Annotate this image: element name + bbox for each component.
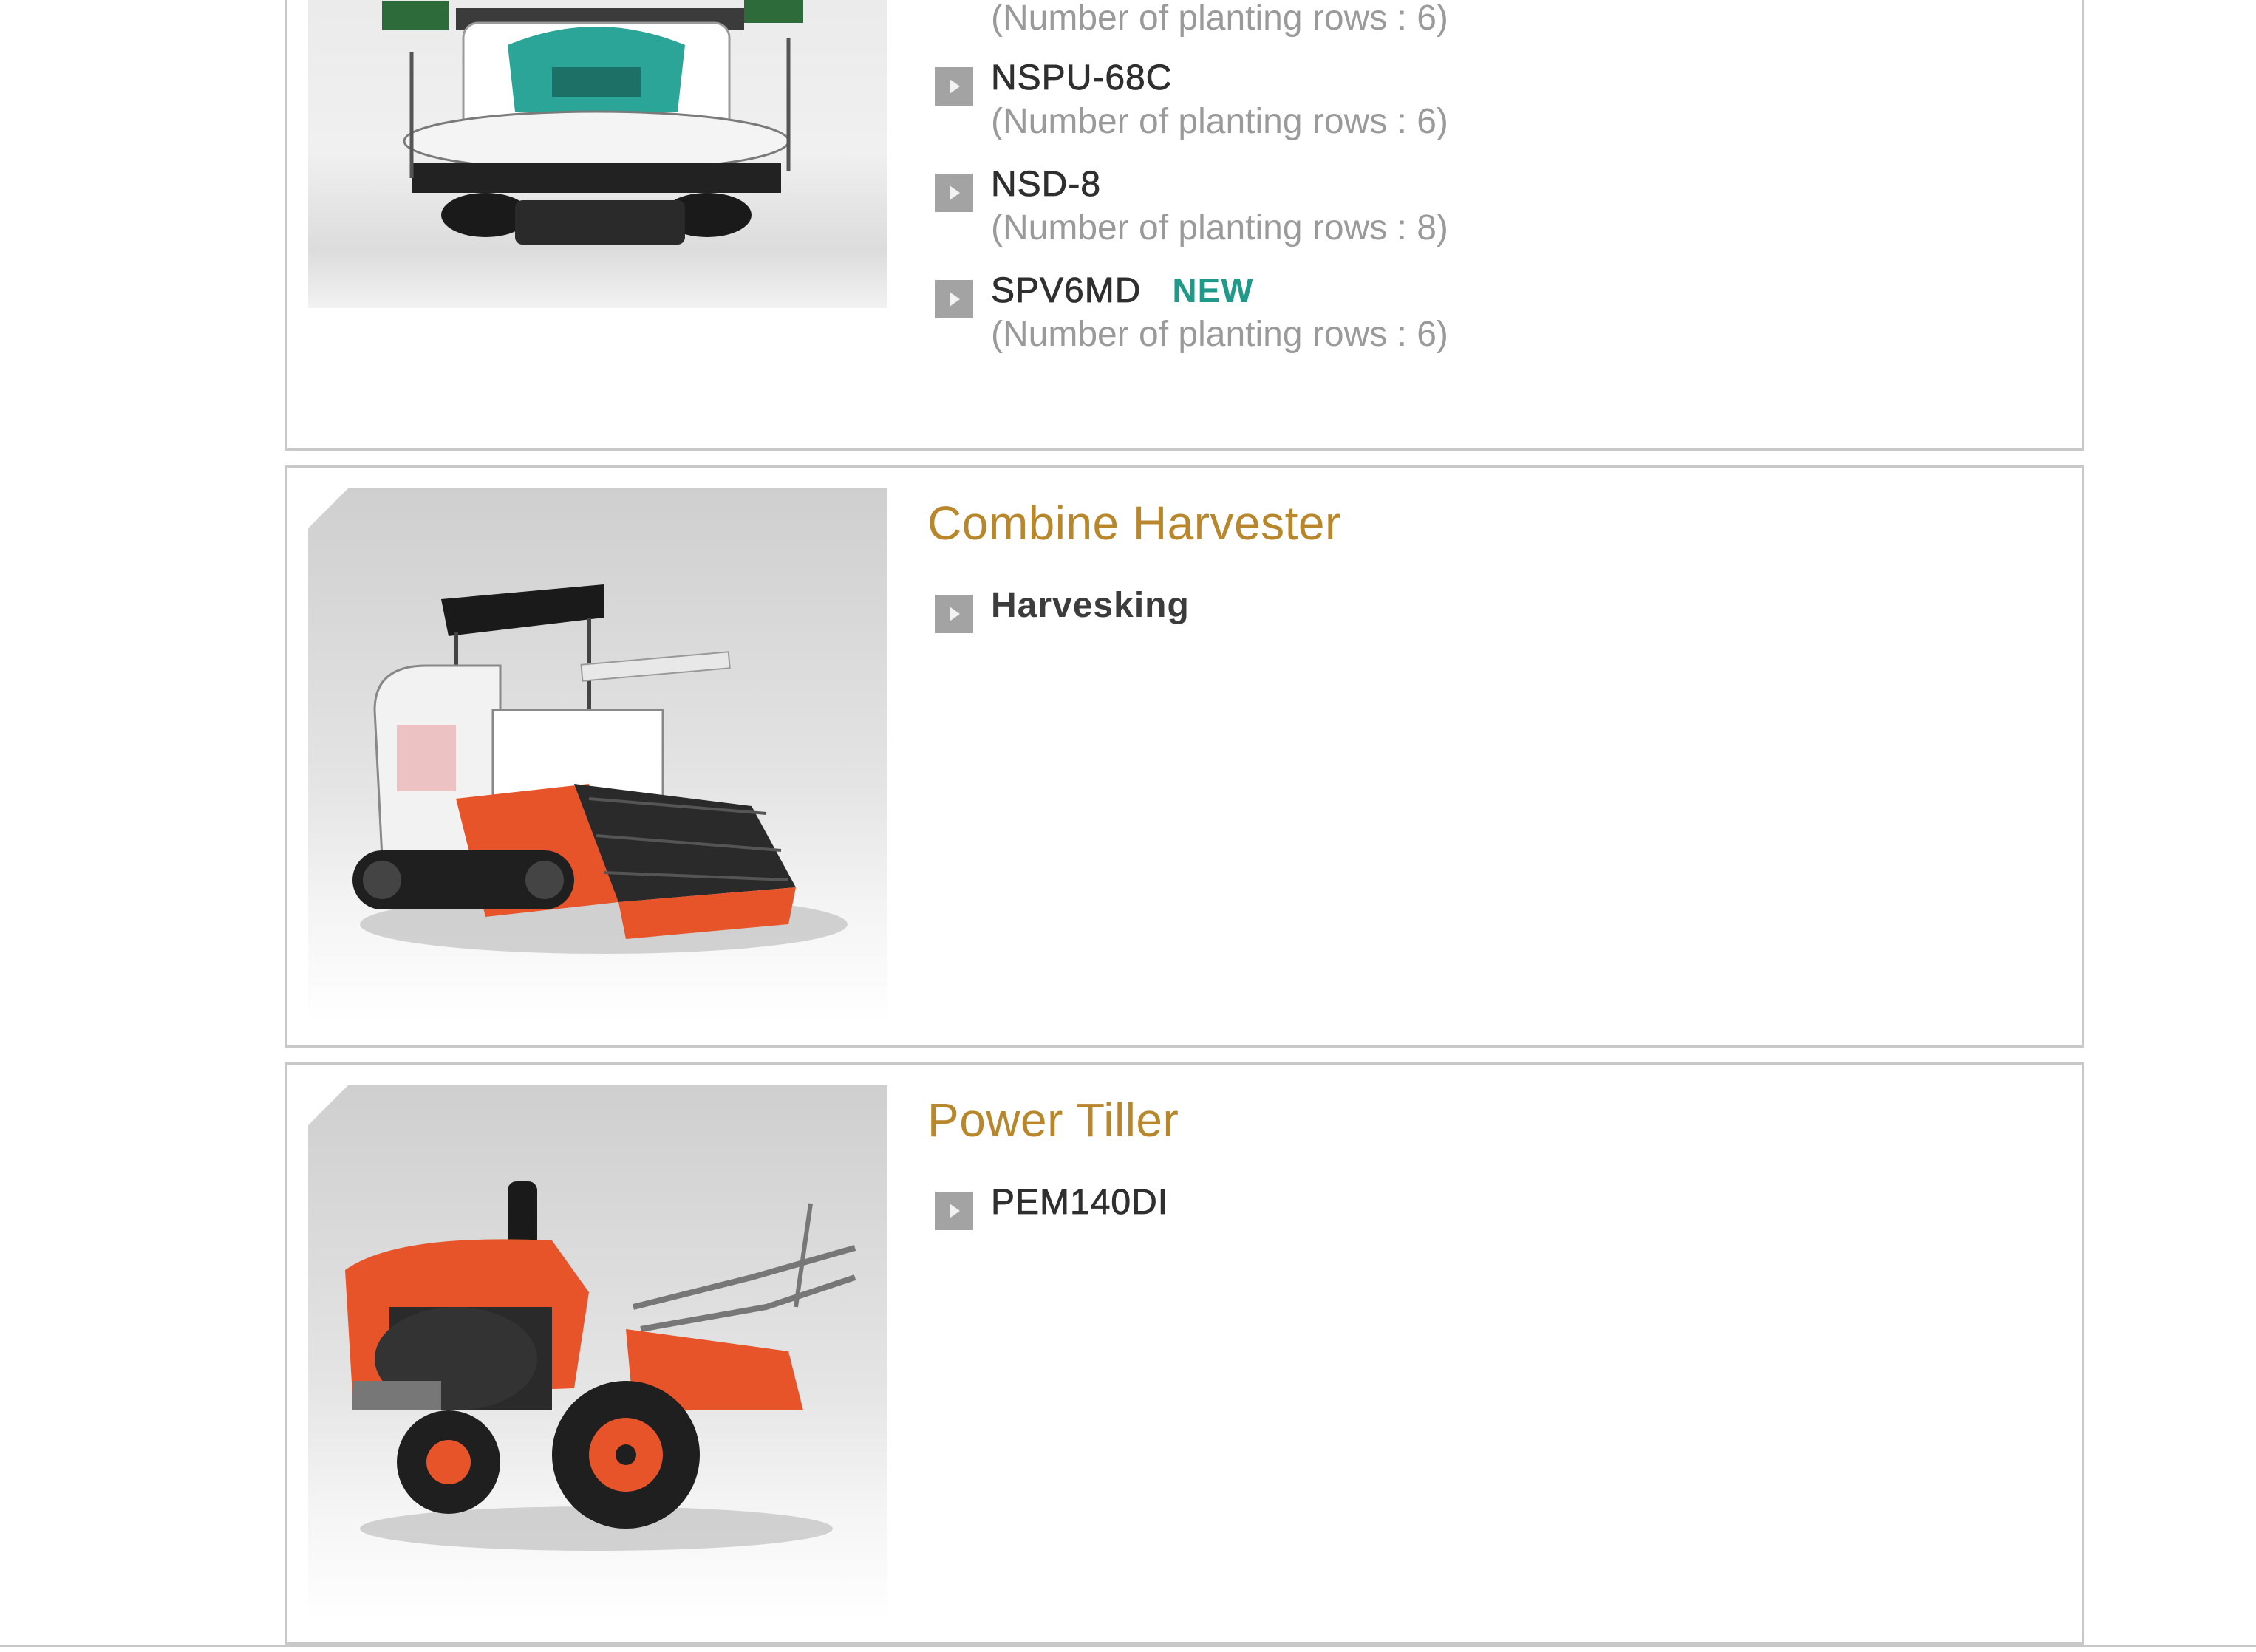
- power-tiller-image[interactable]: [308, 1085, 887, 1622]
- model-spec: (Number of planting rows : 8): [991, 208, 1448, 248]
- power-tiller-illustration: [345, 1181, 856, 1551]
- rice-transplanter-image[interactable]: [308, 0, 887, 308]
- rice-transplanter-illustration: [382, 0, 803, 245]
- combine-harvester-illustration: [352, 584, 848, 954]
- combine-harvester-model-list: Harvesking: [935, 584, 1190, 652]
- model-item[interactable]: Harvesking: [935, 584, 1190, 633]
- category-title: Power Tiller: [927, 1093, 1179, 1147]
- model-item[interactable]: (Number of planting rows : 6): [935, 0, 1448, 41]
- model-spec: (Number of planting rows : 6): [991, 0, 1448, 38]
- model-item[interactable]: NSD-8 (Number of planting rows : 8): [935, 163, 1448, 250]
- product-card-power-tiller: Power Tiller PEM140DI: [285, 1062, 2084, 1645]
- model-link[interactable]: NSD-8: [991, 165, 1101, 205]
- play-arrow-icon: [935, 280, 973, 318]
- model-spec: (Number of planting rows : 6): [991, 315, 1448, 354]
- bottom-divider: [0, 1645, 2256, 1647]
- combine-harvester-image[interactable]: [308, 488, 887, 1025]
- rice-transplanter-model-list: (Number of planting rows : 6) NSPU-68C (…: [935, 0, 1448, 382]
- category-title: Combine Harvester: [927, 496, 1341, 550]
- product-card-rice-transplanter: (Number of planting rows : 6) NSPU-68C (…: [285, 0, 2084, 451]
- power-tiller-model-list: PEM140DI: [935, 1181, 1168, 1249]
- model-link[interactable]: SPV6MD: [991, 271, 1141, 311]
- model-spec: (Number of planting rows : 6): [991, 102, 1448, 141]
- product-card-combine-harvester: Combine Harvester Harvesking: [285, 465, 2084, 1048]
- model-link[interactable]: NSPU-68C: [991, 58, 1172, 98]
- model-item[interactable]: SPV6MD NEW (Number of planting rows : 6): [935, 270, 1448, 357]
- model-link[interactable]: Harvesking: [991, 586, 1190, 625]
- model-item[interactable]: PEM140DI: [935, 1181, 1168, 1230]
- product-list-page: (Number of planting rows : 6) NSPU-68C (…: [0, 0, 2256, 1652]
- play-arrow-icon: [935, 67, 973, 106]
- play-arrow-icon: [935, 1192, 973, 1230]
- play-arrow-icon: [935, 595, 973, 633]
- new-badge: NEW: [1172, 271, 1254, 310]
- model-link[interactable]: PEM140DI: [991, 1183, 1168, 1223]
- model-item[interactable]: NSPU-68C (Number of planting rows : 6): [935, 57, 1448, 144]
- play-arrow-icon: [935, 174, 973, 212]
